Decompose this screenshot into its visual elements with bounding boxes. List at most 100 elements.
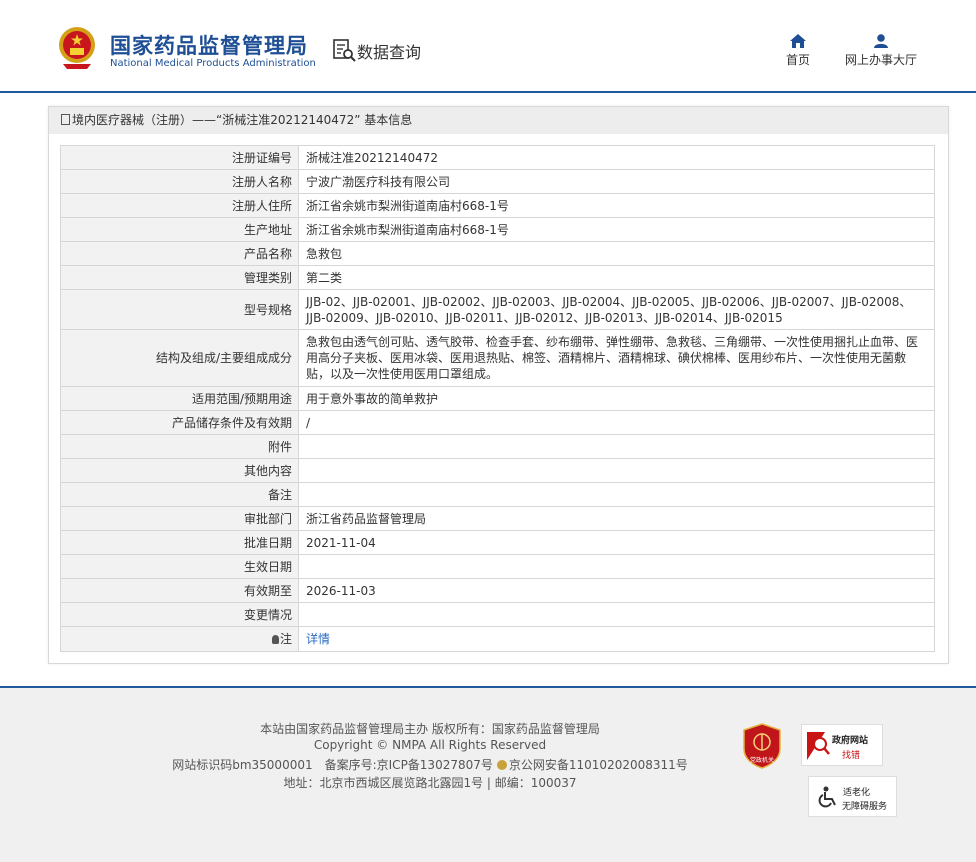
detail-label-text: 有效期至 [243,583,292,598]
detail-label-text: 注册证编号 [231,150,292,165]
detail-label-text: 结构及组成/主要组成成分 [155,351,292,365]
detail-value-text: 2021-11-04 [306,535,376,550]
detail-label-text: 备注 [267,487,292,502]
data-query-title: 数据查询 [357,43,422,62]
detail-label: 注册人住所 [60,193,299,218]
detail-value [298,434,935,459]
detail-label: 其他内容 [60,458,299,483]
detail-value-text: JJB-02、JJB-02001、JJB-02002、JJB-02003、JJB… [306,294,912,325]
detail-label-text: 产品名称 [243,246,292,261]
document-icon [61,114,70,125]
detail-label: 产品名称 [60,241,299,266]
site-error-report-badge[interactable]: 政府网站 找错 [801,724,883,766]
detail-value-text: 急救包由透气创可贴、透气胶带、检查手套、纱布绷带、弹性绷带、急救毯、三角绷带、一… [306,335,919,381]
party-government-badge[interactable]: 党政机关 [742,723,782,769]
site-error-report-title: 政府网站 [832,736,869,746]
detail-value: 浙江省余姚市梨洲街道南庙村668-1号 [298,217,935,242]
detail-value [298,482,935,507]
detail-value: 急救包 [298,241,935,266]
national-emblem-icon [59,27,95,69]
detail-label: 注册证编号 [60,145,299,170]
detail-row: 产品储存条件及有效期 / [60,410,935,435]
wheelchair-icon [818,786,836,808]
detail-row: 其他内容 [60,458,935,483]
detail-value: 急救包由透气创可贴、透气胶带、检查手套、纱布绷带、弹性绷带、急救毯、三角绷带、一… [298,329,935,387]
detail-row: 型号规格 JJB-02、JJB-02001、JJB-02002、JJB-02003… [60,289,935,330]
detail-value [298,554,935,579]
detail-label-text: 注册人名称 [231,174,292,189]
detail-value: / [298,410,935,435]
detail-label: 注 [60,626,299,652]
detail-label: 备注 [60,482,299,507]
detail-value: 浙械注准20212140472 [298,145,935,170]
detail-value: 2021-11-04 [298,530,935,555]
data-search-icon [333,39,356,62]
detail-label: 附件 [60,434,299,459]
detail-label: 审批部门 [60,506,299,531]
detail-value-text: 浙江省余姚市梨洲街道南庙村668-1号 [306,222,509,237]
details-link[interactable]: 详情 [306,632,330,646]
site-error-report-subtitle: 找错 [842,751,861,761]
detail-value: 浙江省余姚市梨洲街道南庙村668-1号 [298,193,935,218]
detail-value-text: 急救包 [306,246,343,261]
accessibility-service-badge[interactable]: 适老化 无障碍服务 [808,776,897,817]
detail-value: 2026-11-03 [298,578,935,603]
site-header: 国家药品监督管理局 National Medical Products Admi… [0,0,976,92]
detail-value-text: 2026-11-03 [306,583,376,598]
breadcrumb: 境内医疗器械（注册）——“浙械注准20212140472” 基本信息 [49,107,948,134]
detail-label-text: 注册人住所 [231,198,292,213]
police-badge-icon [496,760,507,770]
detail-label: 注册人名称 [60,169,299,194]
detail-value: JJB-02、JJB-02001、JJB-02002、JJB-02003、JJB… [298,289,935,330]
nav-online-service-label: 网上办事大厅 [845,53,918,67]
site-logo-title[interactable]: 国家药品监督管理局 [110,30,308,60]
footer-police-record[interactable]: 京公网安备11010202008311号 [509,758,688,772]
detail-value: 第二类 [298,265,935,290]
detail-label-text: 生产地址 [243,222,292,237]
detail-row: 注册人名称 宁波广渤医疗科技有限公司 [60,169,935,194]
detail-value-text: 宁波广渤医疗科技有限公司 [306,174,451,189]
detail-value [298,602,935,627]
nav-home[interactable]: 首页 [786,34,810,68]
detail-label-text: 注 [279,632,292,646]
detail-row: 批准日期 2021-11-04 [60,530,935,555]
detail-row: 结构及组成/主要组成成分 急救包由透气创可贴、透气胶带、检查手套、纱布绷带、弹性绷… [60,329,935,387]
detail-label: 批准日期 [60,530,299,555]
detail-row: 变更情况 [60,602,935,627]
detail-label: 结构及组成/主要组成成分 [60,329,299,387]
footer-registration: 网站标识码bm35000001 备案序号:京ICP备13027807号 京公网安备… [0,756,860,773]
detail-label-text: 管理类别 [243,270,292,285]
detail-value-text: 浙江省余姚市梨洲街道南庙村668-1号 [306,198,509,213]
accessibility-title: 适老化 [843,788,871,798]
detail-label-text: 变更情况 [243,607,292,622]
detail-label: 管理类别 [60,265,299,290]
detail-row: 附件 [60,434,935,459]
detail-panel: 境内医疗器械（注册）——“浙械注准20212140472” 基本信息 注册证编号… [48,106,949,664]
detail-row: 有效期至 2026-11-03 [60,578,935,603]
home-icon [790,34,806,48]
nav-home-label: 首页 [786,53,811,67]
detail-value: 浙江省药品监督管理局 [298,506,935,531]
accessibility-subtitle: 无障碍服务 [842,802,888,812]
footer-copyright: Copyright © NMPA All Rights Reserved [313,738,547,752]
detail-row: 备注 [60,482,935,507]
party-badge-label: 党政机关 [750,756,774,764]
site-logo-subtitle: National Medical Products Administration [110,58,316,69]
breadcrumb-text: 境内医疗器械（注册）——“浙械注准20212140472” 基本信息 [72,113,413,127]
detail-value-text: 第二类 [306,270,343,285]
footer-address: 地址：北京市西城区展览路北露园1号 | 邮编：100037 [283,776,577,790]
detail-table: 注册证编号 浙械注准20212140472 注册人名称 宁波广渤医疗科技有限公司 注册人… [60,145,935,652]
detail-row: 生效日期 [60,554,935,579]
footer-icp[interactable]: 网站标识码bm35000001 备案序号:京ICP备13027807号 [172,758,493,772]
detail-label-text: 型号规格 [243,302,292,317]
detail-row: 审批部门 浙江省药品监督管理局 [60,506,935,531]
detail-row: 适用范围/预期用途 用于意外事故的简单救护 [60,386,935,411]
detail-row: 产品名称 急救包 [60,241,935,266]
user-icon [874,34,888,48]
detail-label: 生效日期 [60,554,299,579]
detail-label-text: 适用范围/预期用途 [191,391,292,406]
bulb-icon [271,635,279,644]
detail-label: 生产地址 [60,217,299,242]
detail-label: 有效期至 [60,578,299,603]
nav-online-service[interactable]: 网上办事大厅 [845,34,917,68]
